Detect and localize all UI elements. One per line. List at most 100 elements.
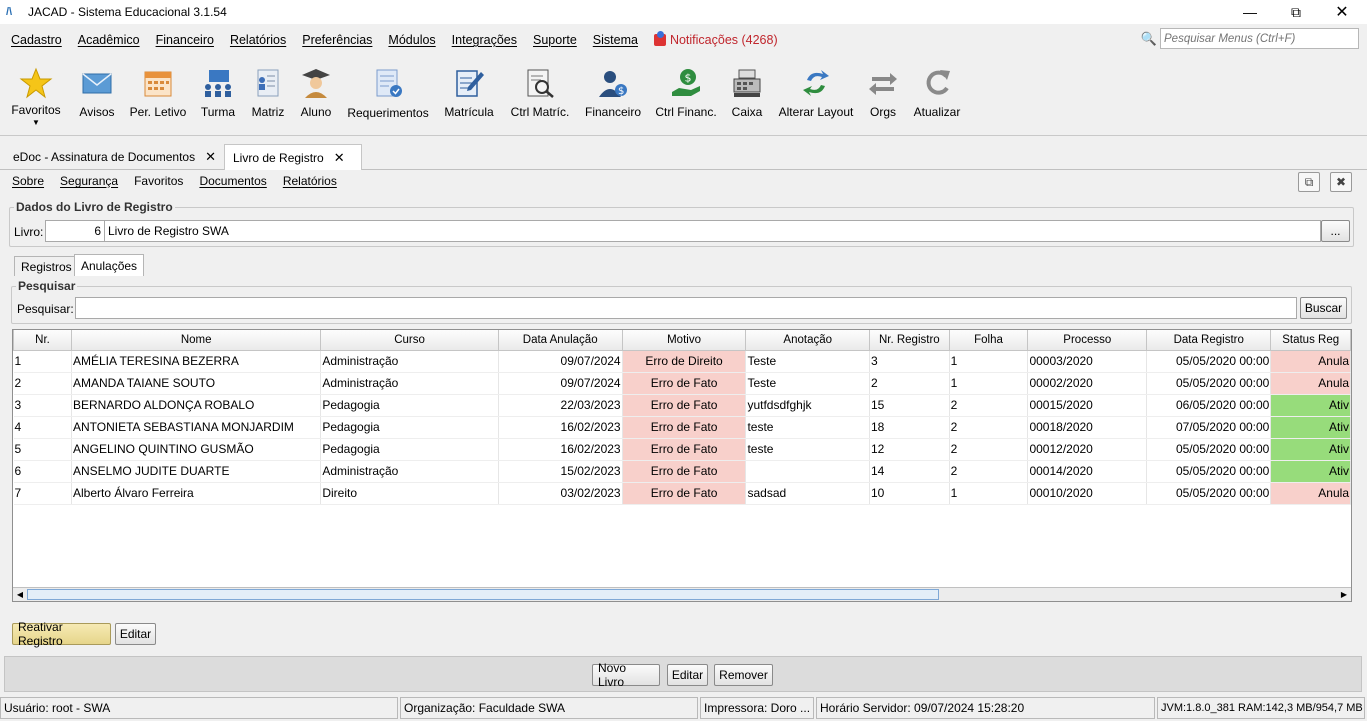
cell-data-anulacao: 16/02/2023 [498, 416, 623, 439]
col-header-nome[interactable]: Nome [70, 330, 322, 351]
matriz-button[interactable]: Matriz [247, 56, 289, 136]
turma-label: Turma [200, 105, 236, 119]
pesquisar-input[interactable] [75, 297, 1297, 319]
scroll-right-icon[interactable]: ▶ [1337, 588, 1351, 601]
col-header-curso[interactable]: Curso [320, 330, 499, 351]
table-row[interactable]: 6 ANSELMO JUDITE DUARTE Administração 15/02… [13, 460, 1351, 483]
maximize-button[interactable]: ⧉ [1273, 0, 1319, 24]
table-row[interactable]: 2 AMANDA TAIANE SOUTO Administração 09/07/2… [13, 372, 1351, 395]
avisos-button[interactable]: Avisos [76, 56, 118, 136]
cell-nome: AMÉLIA TERESINA BEZERRA [71, 350, 322, 373]
menu-modulos[interactable]: Módulos [380, 33, 443, 47]
col-header-nr[interactable]: Nr. [13, 330, 72, 351]
cell-curso: Administração [320, 350, 499, 373]
buscar-button[interactable]: Buscar [1300, 297, 1347, 319]
col-header-data-registro[interactable]: Data Registro [1146, 330, 1272, 351]
novo-livro-button[interactable]: Novo Livro [592, 661, 660, 689]
ctrl-financ-button[interactable]: $ Ctrl Financ. [652, 56, 720, 136]
alterar-layout-button[interactable]: Alterar Layout [775, 56, 857, 136]
cell-anotacao: Teste [745, 350, 870, 373]
dados-livro-legend: Dados do Livro de Registro [16, 200, 173, 214]
toolbar: Favoritos ▼ Avisos Per. Letivo Turma Mat… [0, 56, 1367, 136]
cell-anotacao [745, 460, 870, 483]
document-search-icon [523, 66, 557, 100]
menu-preferencias[interactable]: Preferências [294, 33, 380, 47]
close-tab-icon[interactable]: ✕ [334, 150, 345, 166]
remover-livro-button[interactable]: Remover [714, 664, 773, 686]
notifications-link[interactable]: Notificações (4268) [646, 31, 786, 47]
submenu-favoritos[interactable]: Favoritos [126, 174, 191, 188]
close-tab-icon[interactable]: ✕ [205, 149, 216, 165]
detach-window-button[interactable]: ⧉ [1298, 172, 1320, 192]
cell-folha: 1 [949, 350, 1029, 373]
menu-financeiro[interactable]: Financeiro [148, 33, 222, 47]
tab-livro-label: Livro de Registro [233, 150, 324, 165]
cell-data-anulacao: 16/02/2023 [498, 438, 623, 461]
tab-registros[interactable]: Registros [14, 256, 79, 276]
ctrl-matric-button[interactable]: Ctrl Matríc. [506, 56, 574, 136]
tab-livro-de-registro[interactable]: Livro de Registro ✕ [224, 144, 362, 170]
browse-livro-button[interactable]: ... [1321, 220, 1350, 242]
submenu-seguranca[interactable]: Segurança [52, 174, 126, 188]
submenu-sobre[interactable]: Sobre [4, 174, 52, 188]
orgs-button[interactable]: Orgs [864, 56, 902, 136]
table-row[interactable]: 3 BERNARDO ALDONÇA ROBALO Pedagogia 22/03/2… [13, 394, 1351, 417]
submenu-relatorios[interactable]: Relatórios [275, 174, 345, 188]
col-header-anotacao[interactable]: Anotação [745, 330, 870, 351]
menu-sistema[interactable]: Sistema [585, 33, 646, 47]
app-logo-icon: /\ [6, 6, 13, 18]
reativar-registro-button[interactable]: Reativar Registro [12, 620, 111, 648]
tab-edoc[interactable]: eDoc - Assinatura de Documentos ✕ [5, 144, 224, 170]
menu-integracoes[interactable]: Integrações [444, 33, 525, 47]
minimize-button[interactable]: — [1227, 0, 1273, 24]
cell-data-anulacao: 15/02/2023 [498, 460, 623, 483]
table-row[interactable]: 4 ANTONIETA SEBASTIANA MONJARDIM Pedagogia… [13, 416, 1351, 439]
cell-status-reg: Ativ [1270, 416, 1351, 439]
col-header-folha[interactable]: Folha [948, 330, 1029, 351]
horizontal-scrollbar[interactable]: ◀ ▶ [13, 587, 1351, 601]
editar-anulacao-button[interactable]: Editar [115, 623, 156, 645]
favoritos-button[interactable]: Favoritos ▼ [8, 56, 64, 136]
menu-academico[interactable]: Acadêmico [70, 33, 148, 47]
atualizar-button[interactable]: Atualizar [910, 56, 964, 136]
cell-status-reg: Ativ [1270, 394, 1351, 417]
cell-nome: BERNARDO ALDONÇA ROBALO [71, 394, 322, 417]
transfer-arrows-icon [866, 66, 900, 100]
cell-nr: 3 [13, 394, 72, 417]
matricula-label: Matrícula [444, 105, 494, 119]
aluno-button[interactable]: Aluno [296, 56, 336, 136]
livro-name-field[interactable]: Livro de Registro SWA [104, 220, 1321, 242]
matricula-button[interactable]: Matrícula [440, 56, 498, 136]
per-letivo-button[interactable]: Per. Letivo [127, 56, 189, 136]
col-header-status-reg[interactable]: Status Reg [1270, 330, 1351, 351]
cell-anotacao: teste [745, 416, 870, 439]
col-header-processo[interactable]: Processo [1027, 330, 1148, 351]
caixa-button[interactable]: Caixa [727, 56, 767, 136]
menu-suporte[interactable]: Suporte [525, 33, 585, 47]
tab-anulacoes[interactable]: Anulações [74, 254, 145, 276]
table-row[interactable]: 5 ANGELINO QUINTINO GUSMÃO Pedagogia 16/02/… [13, 438, 1351, 461]
submenu-documentos[interactable]: Documentos [191, 174, 274, 188]
col-header-motivo[interactable]: Motivo [621, 330, 747, 351]
cell-curso: Pedagogia [320, 438, 499, 461]
cell-folha: 1 [949, 372, 1029, 395]
close-button[interactable]: ✕ [1319, 0, 1365, 24]
financeiro-button[interactable]: $ Financeiro [581, 56, 645, 136]
editar-livro-button[interactable]: Editar [667, 664, 708, 686]
cell-nr-registro: 15 [869, 394, 950, 417]
livro-number-field[interactable]: 6 [45, 220, 105, 242]
menu-cadastro[interactable]: Cadastro [3, 33, 70, 47]
tab-edoc-label: eDoc - Assinatura de Documentos [13, 150, 196, 164]
scroll-left-icon[interactable]: ◀ [13, 588, 27, 601]
col-header-nr-registro[interactable]: Nr. Registro [869, 330, 950, 351]
turma-button[interactable]: Turma [198, 56, 238, 136]
table-row[interactable]: 1 AMÉLIA TERESINA BEZERRA Administração 09/… [13, 350, 1351, 373]
scroll-thumb[interactable] [27, 589, 939, 600]
requerimentos-button[interactable]: Requerimentos [345, 56, 431, 136]
menu-relatorios[interactable]: Relatórios [222, 33, 294, 47]
menu-search-input[interactable] [1160, 28, 1359, 49]
col-header-data-anulacao[interactable]: Data Anulação [497, 330, 623, 351]
table-row[interactable]: 7 Alberto Álvaro Ferreira Direito 03/02/202… [13, 482, 1351, 505]
close-panel-button[interactable]: ✖ [1330, 172, 1352, 192]
anulacoes-grid: Nr. Nome Curso Data Anulação Motivo Anot… [13, 330, 1351, 505]
